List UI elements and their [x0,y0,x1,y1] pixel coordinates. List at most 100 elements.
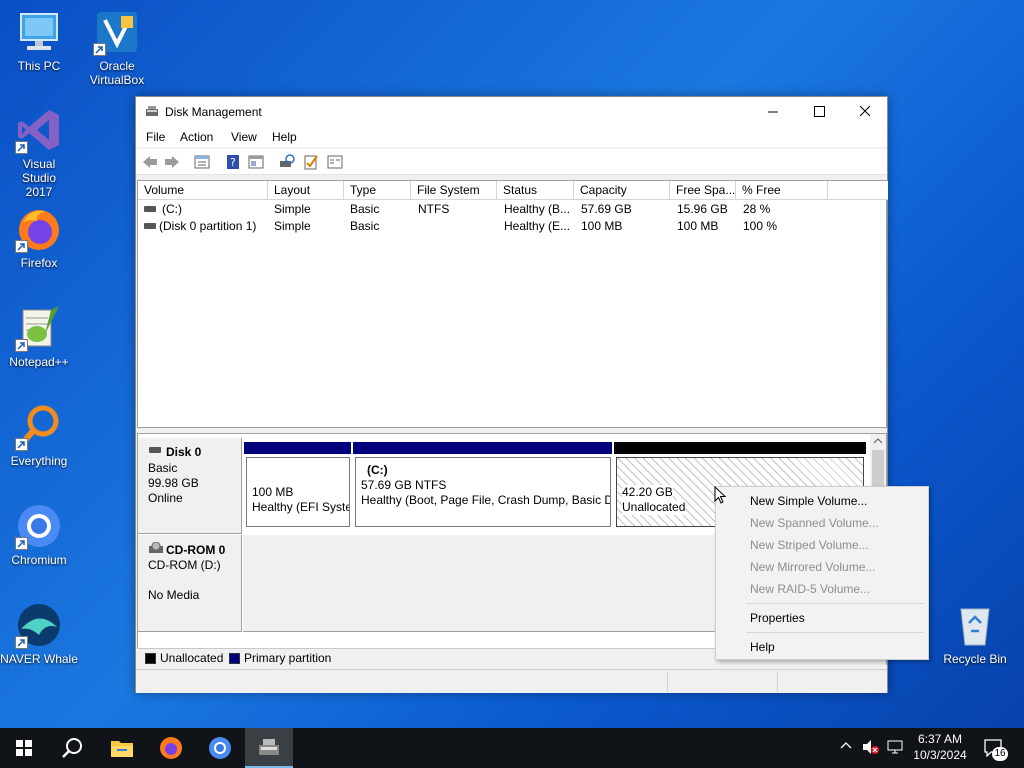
forward-arrow-icon[interactable] [163,153,181,171]
column-header-layout[interactable]: Layout [268,181,344,200]
cell-file-system [418,218,496,234]
scroll-up-icon[interactable] [870,434,886,448]
taskbar-disk-management[interactable] [245,728,293,768]
menu-new-raid5-volume[interactable]: New RAID-5 Volume... [750,582,870,596]
column-header-type[interactable]: Type [344,181,411,200]
cdrom-drive: CD-ROM (D:) [148,558,221,572]
desktop-icon-notepadpp[interactable]: Notepad++ [0,304,78,369]
notification-center-button[interactable]: 16 [982,728,1024,768]
chromium-icon [209,737,231,759]
drive-icon [144,223,156,229]
volume-muted-icon[interactable] [862,739,880,758]
shortcut-arrow-icon [93,43,106,56]
desktop-icon-everything[interactable]: Everything [0,403,78,468]
properties-icon[interactable] [193,153,211,171]
table-row[interactable]: (C:) Simple Basic NTFS Healthy (B... 57.… [138,201,886,218]
legend-swatch-primary [229,653,240,664]
legend-primary: Primary partition [244,651,332,665]
menu-action[interactable]: Action [180,130,213,144]
check-icon[interactable] [302,153,320,171]
rescan-icon[interactable] [278,153,296,171]
partition-efi[interactable]: 100 MB Healthy (EFI Syste [246,457,350,527]
menu-new-striped-volume[interactable]: New Striped Volume... [750,538,869,552]
desktop-icon-virtualbox[interactable]: Oracle VirtualBox [78,8,156,87]
file-explorer-icon [111,741,133,757]
cell-percent-free: 28 % [743,202,771,216]
tray-chevron-icon[interactable] [840,740,852,755]
computer-icon [15,8,63,56]
cd-drive-icon [149,541,163,557]
volume-list: Volume Layout Type File System Status Ca… [137,180,888,428]
desktop-icon-visual-studio[interactable]: Visual Studio 2017 [0,106,78,199]
minimize-button[interactable] [750,97,796,127]
start-button[interactable] [0,728,48,768]
column-header-filler [828,181,888,200]
maximize-button[interactable] [796,97,842,127]
legend-unallocated: Unallocated [160,651,224,665]
disk-icon [149,447,161,453]
desktop-icon-label: Visual Studio 2017 [21,157,57,199]
cell-capacity: 100 MB [581,219,623,233]
taskbar: 6:37 AM 10/3/2024 16 [0,728,1024,768]
cell-free-space: 100 MB [677,219,719,233]
menu-help-item[interactable]: Help [750,640,775,654]
cell-status: Healthy (B... [504,202,571,216]
desktop-icon-label: NAVER Whale [0,652,78,666]
cell-capacity: 57.69 GB [581,202,632,216]
recycle-bin-icon [951,601,999,649]
column-header-capacity[interactable]: Capacity [574,181,670,200]
back-arrow-icon[interactable] [141,153,159,171]
cell-file-system: NTFS [418,202,450,216]
desktop-icon-recycle-bin[interactable]: Recycle Bin [936,601,1014,666]
column-header-file-system[interactable]: File System [411,181,497,200]
visual-studio-icon [15,106,63,154]
cell-percent-free: 100 % [743,219,778,233]
column-header-volume[interactable]: Volume [138,181,268,200]
menu-view[interactable]: View [231,130,257,144]
table-row[interactable]: (Disk 0 partition 1) Simple Basic Health… [138,218,886,235]
disk-0-info[interactable]: Disk 0 Basic 99.98 GB Online [138,438,242,534]
partition-header-unallocated [614,442,866,454]
cdrom-0-info[interactable]: CD-ROM 0 CD-ROM (D:) No Media [138,535,242,632]
column-header-free-space[interactable]: Free Spa... [670,181,736,200]
taskbar-file-explorer[interactable] [98,728,146,768]
partition-status: Unallocated [622,500,686,515]
desktop-icon-naver-whale[interactable]: NAVER Whale [0,601,78,666]
everything-search-icon [15,403,63,451]
status-divider [777,672,778,692]
partition-title: (C:) [367,463,388,477]
menu-properties[interactable]: Properties [750,611,805,625]
drive-icon [144,206,156,212]
list-icon[interactable] [326,153,344,171]
taskbar-firefox[interactable] [147,728,195,768]
partition-status: Healthy (EFI Syste [252,500,350,514]
desktop-icon-this-pc[interactable]: This PC [0,8,78,73]
menu-new-simple-volume[interactable]: New Simple Volume... [750,494,867,508]
partition-status: Healthy (Boot, Page File, Crash Dump, Ba… [361,493,611,507]
desktop-icon-chromium[interactable]: Chromium [0,502,78,567]
menu-file[interactable]: File [146,130,165,144]
disk-state: Online [148,491,183,505]
menu-new-mirrored-volume[interactable]: New Mirrored Volume... [750,560,875,574]
status-bar [136,669,887,693]
search-button[interactable] [48,728,96,768]
window-title: Disk Management [165,105,262,119]
menu-new-spanned-volume[interactable]: New Spanned Volume... [750,516,879,530]
cell-free-space: 15.96 GB [677,202,728,216]
column-header-status[interactable]: Status [497,181,574,200]
partition-c[interactable]: (C:) 57.69 GB NTFS Healthy (Boot, Page F… [355,457,611,527]
menu-help[interactable]: Help [272,130,297,144]
cell-layout: Simple [274,202,311,216]
taskbar-chromium[interactable] [196,728,244,768]
column-header-percent-free[interactable]: % Free [736,181,828,200]
close-button[interactable] [842,97,888,127]
clock[interactable]: 6:37 AM 10/3/2024 [904,731,976,763]
shortcut-arrow-icon [15,438,28,451]
cdrom-media: No Media [148,588,200,602]
title-bar[interactable]: Disk Management [136,97,887,127]
view-icon[interactable] [247,153,265,171]
desktop-icon-firefox[interactable]: Firefox [0,205,78,270]
help-icon[interactable]: ? [224,153,242,171]
network-icon[interactable] [886,739,904,758]
context-menu: New Simple Volume... New Spanned Volume.… [715,486,929,660]
